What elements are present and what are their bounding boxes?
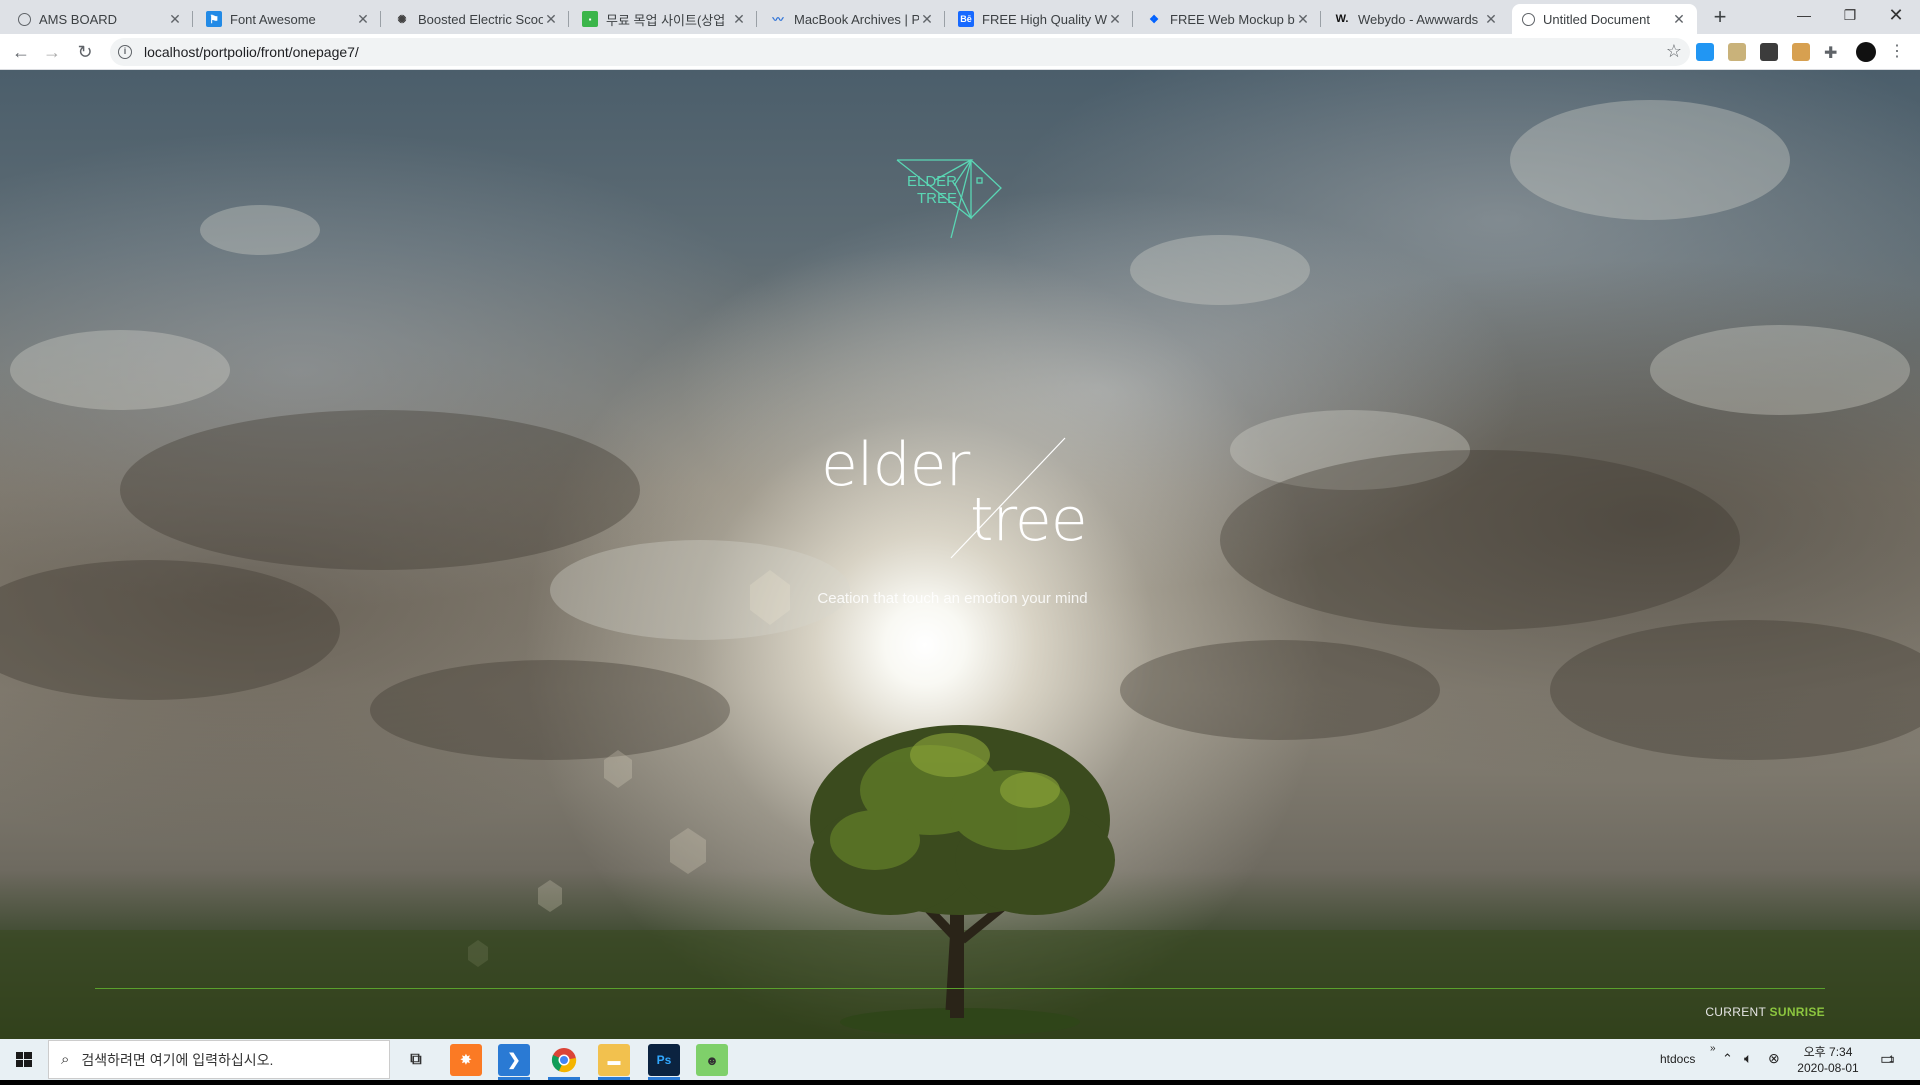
- file-explorer-icon[interactable]: ▬: [598, 1044, 630, 1076]
- close-icon[interactable]: ✕: [1295, 11, 1311, 28]
- boosted-logo-icon: ✺: [397, 13, 407, 26]
- globe-icon: [1522, 12, 1535, 26]
- horizon-divider-line: [95, 988, 1825, 989]
- tab-separator: [944, 11, 945, 27]
- tab-strip: AMS BOARD ✕ ⚑ Font Awesome ✕ ✺ Boosted E…: [0, 0, 1920, 34]
- close-icon[interactable]: ✕: [1107, 11, 1123, 28]
- maximize-button[interactable]: ❐: [1827, 0, 1873, 30]
- tab-title: Font Awesome: [230, 11, 316, 27]
- w-logo-icon: W.: [1335, 13, 1349, 25]
- close-window-button[interactable]: ✕: [1873, 0, 1919, 30]
- back-button[interactable]: ←: [9, 40, 33, 64]
- tab-separator: [568, 11, 569, 27]
- tab-separator: [756, 11, 757, 27]
- new-tab-button[interactable]: +: [1708, 6, 1732, 30]
- bookmark-star-icon[interactable]: ☆: [1666, 41, 1682, 62]
- photoshop-icon[interactable]: Ps: [648, 1044, 680, 1076]
- toolbar-expand-icon[interactable]: »: [1710, 1043, 1716, 1054]
- network-disconnected-icon[interactable]: ⊗: [1768, 1050, 1780, 1067]
- address-bar[interactable]: i localhost/portpolio/front/onepage7/ ☆: [110, 38, 1690, 66]
- show-hidden-icons-chevron-icon[interactable]: ⌃: [1722, 1051, 1733, 1067]
- minimize-button[interactable]: ―: [1781, 0, 1827, 30]
- behance-icon: Bē: [958, 11, 974, 27]
- tab-separator: [192, 11, 193, 27]
- hero-title: elder tree: [805, 430, 1105, 580]
- forward-button[interactable]: →: [40, 40, 64, 64]
- tab-free-web-mockup[interactable]: ❖ FREE Web Mockup by ✕: [1136, 4, 1321, 34]
- task-view-icon[interactable]: ⧉: [400, 1044, 432, 1076]
- extensions-puzzle-icon[interactable]: ✚: [1824, 43, 1842, 62]
- windows-taskbar: ⌕ 검색하려면 여기에 입력하십시오. ⧉ ✸ ❯ ▬ Ps ☻ htdocs …: [0, 1039, 1920, 1080]
- webpage-hero: ELDER TREE elder tree Ceation that touch…: [0, 70, 1920, 1039]
- site-info-icon[interactable]: i: [118, 45, 132, 59]
- tab-title: AMS BOARD: [39, 11, 118, 27]
- close-icon[interactable]: ✕: [1671, 11, 1687, 28]
- tab-separator: [380, 11, 381, 27]
- tab-title: Boosted Electric Scooters: [418, 11, 543, 27]
- close-icon[interactable]: ✕: [731, 11, 747, 28]
- tab-free-high-quality[interactable]: Bē FREE High Quality We ✕: [948, 4, 1133, 34]
- notification-count: 1: [1889, 1054, 1895, 1064]
- hero-word-tree: tree: [970, 485, 1088, 555]
- hero-tagline: Ceation that touch an emotion your mind: [817, 590, 1088, 607]
- browser-window: AMS BOARD ✕ ⚑ Font Awesome ✕ ✺ Boosted E…: [0, 0, 1920, 1080]
- tab-free-mockup-kr[interactable]: ▪ 무료 목업 사이트(상업 ✕: [572, 4, 757, 34]
- reload-button[interactable]: ↻: [73, 40, 97, 64]
- profile-avatar[interactable]: [1856, 42, 1876, 62]
- current-value: SUNRISE: [1769, 1005, 1825, 1019]
- close-icon[interactable]: ✕: [543, 11, 559, 28]
- close-icon[interactable]: ✕: [167, 11, 183, 28]
- windows-start-button[interactable]: [0, 1039, 48, 1080]
- clock-date[interactable]: 2020-08-01: [1792, 1061, 1864, 1075]
- logo-text-line2: TREE: [917, 190, 957, 207]
- search-icon: ⌕: [61, 1051, 70, 1068]
- green-site-icon: ▪: [582, 11, 598, 27]
- menu-dots-icon[interactable]: ⋮: [1888, 43, 1906, 61]
- toolbar-folder-label[interactable]: htdocs: [1660, 1052, 1695, 1066]
- volume-icon[interactable]: 🔈︎: [1744, 1050, 1752, 1067]
- image-extension-icon[interactable]: [1728, 43, 1746, 61]
- tab-title: Untitled Document: [1543, 11, 1650, 27]
- url-text: localhost/portpolio/front/onepage7/: [144, 44, 359, 60]
- close-icon[interactable]: ✕: [919, 11, 935, 28]
- tab-separator: [1320, 11, 1321, 27]
- close-icon[interactable]: ✕: [355, 11, 371, 28]
- color-extension-icon[interactable]: [1792, 43, 1810, 61]
- windows-logo-icon: [16, 1052, 32, 1067]
- tab-webydo[interactable]: W. Webydo - Awwwards ✕: [1324, 4, 1509, 34]
- tab-untitled-document[interactable]: Untitled Document ✕: [1512, 4, 1697, 34]
- tab-ams-board[interactable]: AMS BOARD ✕: [8, 4, 193, 34]
- elder-tree-logo: ELDER TREE: [896, 159, 1002, 238]
- tab-title: 무료 목업 사이트(상업: [606, 12, 726, 28]
- tab-separator: [1132, 11, 1133, 27]
- current-state-indicator: CURRENT SUNRISE: [1660, 1005, 1825, 1019]
- oak-tree-illustration: [810, 725, 1115, 1036]
- font-awesome-flag-icon: ⚑: [206, 11, 222, 27]
- tab-title: FREE Web Mockup by: [1170, 11, 1295, 27]
- tab-macbook-archives[interactable]: 〰 MacBook Archives | Pa ✕: [760, 4, 945, 34]
- current-label: CURRENT: [1705, 1005, 1766, 1019]
- wave-logo-icon: 〰: [772, 14, 784, 26]
- vscode-icon[interactable]: ❯: [498, 1044, 530, 1076]
- xampp-icon[interactable]: ✸: [450, 1044, 482, 1076]
- tab-title: MacBook Archives | Pa: [794, 11, 919, 27]
- chrome-icon[interactable]: [548, 1044, 580, 1076]
- search-placeholder: 검색하려면 여기에 입력하십시오.: [81, 1051, 274, 1068]
- info-extension-icon[interactable]: [1760, 43, 1778, 61]
- mascot-app-icon[interactable]: ☻: [696, 1044, 728, 1076]
- globe-icon: [18, 12, 31, 26]
- browser-toolbar: ← → ↻ i localhost/portpolio/front/onepag…: [0, 34, 1920, 70]
- taskbar-search[interactable]: ⌕ 검색하려면 여기에 입력하십시오.: [48, 1040, 390, 1079]
- tab-title: FREE High Quality We: [982, 11, 1107, 27]
- tab-boosted[interactable]: ✺ Boosted Electric Scooters ✕: [384, 4, 569, 34]
- logo-text-line1: ELDER: [907, 173, 957, 190]
- tab-title: Webydo - Awwwards: [1358, 11, 1479, 27]
- close-icon[interactable]: ✕: [1483, 11, 1499, 28]
- clock-time[interactable]: 오후 7:34: [1798, 1043, 1858, 1060]
- dropbox-icon: ❖: [1149, 13, 1159, 26]
- download-extension-icon[interactable]: [1696, 43, 1714, 61]
- tab-font-awesome[interactable]: ⚑ Font Awesome ✕: [196, 4, 381, 34]
